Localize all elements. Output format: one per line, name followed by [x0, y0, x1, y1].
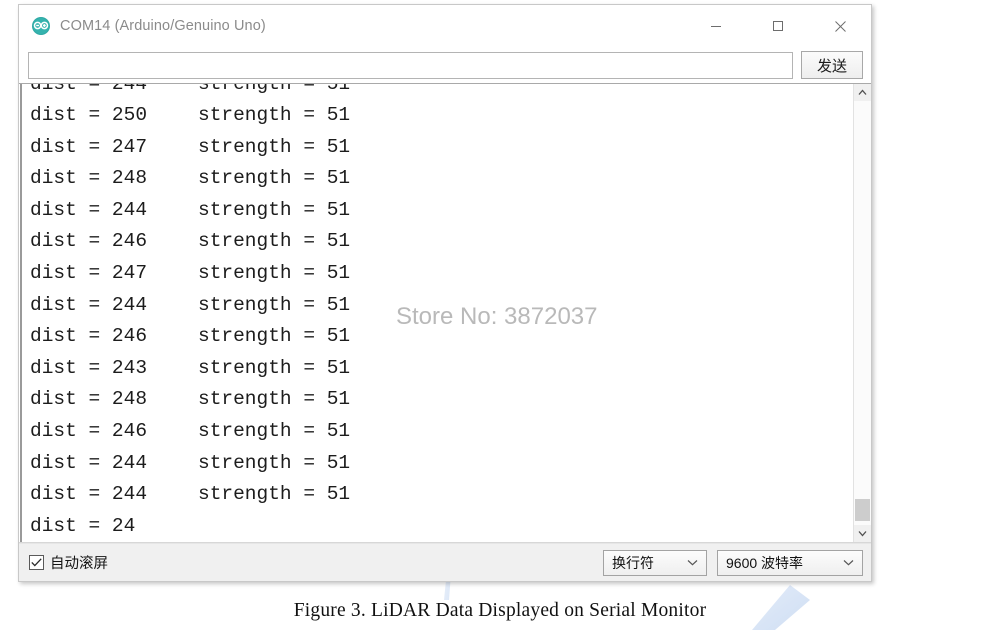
console-line-distance: dist = 244: [30, 293, 148, 316]
console-line: dist = 244 strength = 51: [30, 479, 853, 511]
console-line: dist = 250 strength = 51: [30, 100, 853, 132]
console-line-distance: dist = 244: [30, 451, 148, 474]
console-line: dist = 244 strength = 51: [30, 448, 853, 480]
chevron-down-icon: [687, 559, 702, 566]
status-bar: 自动滚屏 换行符 9600 波特率: [19, 543, 871, 581]
console-line-strength: strength = 51: [198, 261, 351, 284]
console-line-strength: strength = 51: [198, 230, 351, 253]
console-line: dist = 247 strength = 51: [30, 132, 853, 164]
console-line-distance: dist = 247: [30, 261, 148, 284]
baud-rate-dropdown[interactable]: 9600 波特率: [717, 549, 863, 576]
maximize-icon: [773, 21, 783, 31]
console-line: dist = 244 strength = 51: [30, 290, 853, 322]
chevron-up-icon: [858, 89, 867, 95]
checkmark-icon: [31, 558, 42, 567]
console-line-strength: strength = 51: [198, 325, 351, 348]
window-title: COM14 (Arduino/Genuino Uno): [60, 18, 266, 34]
console-line-strength: strength = 51: [198, 198, 351, 221]
send-text-input[interactable]: [28, 51, 793, 79]
console-line-distance: dist = 250: [30, 104, 148, 126]
scrollbar-thumb[interactable]: [855, 499, 870, 521]
console-line-strength: strength = 51: [198, 451, 351, 474]
console-line-strength: strength = 51: [198, 135, 351, 158]
arduino-logo-icon: [32, 17, 50, 35]
figure-caption: Figure 3. LiDAR Data Displayed on Serial…: [293, 600, 707, 621]
title-bar: COM14 (Arduino/Genuino Uno): [19, 5, 871, 47]
window-controls: [685, 5, 871, 47]
chevron-down-icon: [843, 559, 858, 566]
console-line-strength: strength = 51: [198, 167, 351, 190]
chevron-down-icon: [858, 531, 867, 537]
autoscroll-toggle[interactable]: 自动滚屏: [29, 552, 108, 573]
console-line: dist = 24: [30, 511, 853, 542]
baud-rate-value: 9600 波特率: [726, 554, 804, 571]
console-line-distance: dist = 243: [30, 356, 148, 379]
console-line: dist = 246 strength = 51: [30, 226, 853, 258]
console-line-strength: strength = 51: [198, 419, 351, 442]
scrollbar-track[interactable]: [854, 101, 871, 525]
console-line-strength: strength = 51: [198, 356, 351, 379]
console-line-strength: strength = 51: [198, 388, 351, 411]
console-line: dist = 243 strength = 51: [30, 353, 853, 385]
console-line-distance: dist = 247: [30, 135, 148, 158]
close-button[interactable]: [809, 5, 871, 47]
console-line-distance: dist = 24: [30, 514, 136, 537]
console-line: dist = 246 strength = 51: [30, 416, 853, 448]
console-line-distance: dist = 244: [30, 198, 148, 221]
console-scrollbar[interactable]: [853, 84, 871, 542]
newline-dropdown[interactable]: 换行符: [603, 549, 707, 576]
command-bar: 发送: [19, 47, 871, 83]
newline-dropdown-value: 换行符: [612, 554, 654, 571]
console-line-strength: strength = 51: [198, 483, 351, 506]
send-button[interactable]: 发送: [801, 51, 863, 79]
maximize-button[interactable]: [747, 5, 809, 47]
console-line: dist = 246 strength = 51: [30, 321, 853, 353]
console-line-strength: strength = 51: [198, 104, 351, 126]
console-line-distance: dist = 248: [30, 388, 148, 411]
console-line: dist = 248 strength = 51: [30, 384, 853, 416]
minimize-button[interactable]: [685, 5, 747, 47]
console-output[interactable]: dist = 244 strength = 51 dist = 250 strengt…: [20, 84, 853, 542]
close-icon: [834, 20, 846, 32]
console-line: dist = 247 strength = 51: [30, 258, 853, 290]
console-area: dist = 244 strength = 51 dist = 250 strengt…: [19, 83, 871, 543]
minimize-icon: [711, 26, 721, 27]
console-line-distance: dist = 246: [30, 230, 148, 253]
autoscroll-label: 自动滚屏: [50, 556, 108, 572]
scroll-down-button[interactable]: [854, 525, 871, 542]
console-line: dist = 244 strength = 51: [30, 84, 853, 100]
console-line: dist = 244 strength = 51: [30, 195, 853, 227]
console-line-strength: strength = 51: [198, 293, 351, 316]
console-line-distance: dist = 248: [30, 167, 148, 190]
scroll-up-button[interactable]: [854, 84, 871, 101]
console-line-strength: strength = 51: [198, 84, 351, 95]
console-line: dist = 248 strength = 51: [30, 163, 853, 195]
console-line-distance: dist = 244: [30, 483, 148, 506]
console-line-distance: dist = 246: [30, 325, 148, 348]
status-bar-controls: 换行符 9600 波特率: [603, 549, 863, 576]
console-line-distance: dist = 246: [30, 419, 148, 442]
autoscroll-checkbox[interactable]: [29, 555, 44, 570]
serial-monitor-window: COM14 (Arduino/Genuino Uno) 发送 dist = 24…: [18, 4, 872, 582]
